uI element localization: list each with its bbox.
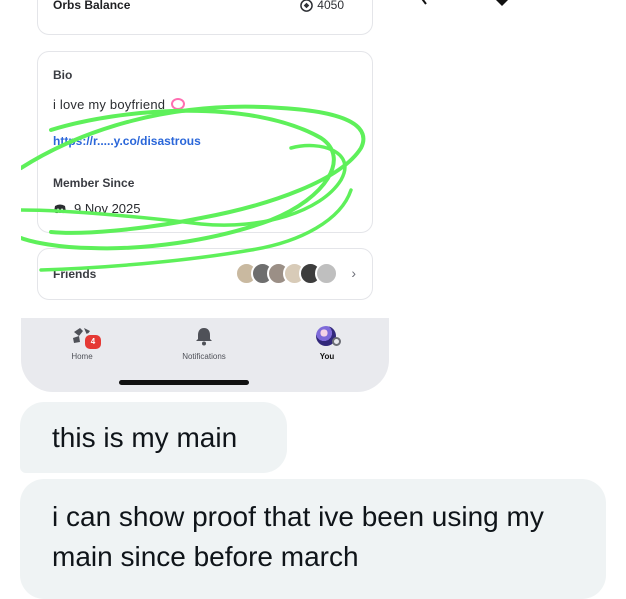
status-icon bbox=[332, 337, 341, 346]
chevron-right-icon: › bbox=[351, 265, 356, 281]
orbs-balance-value: 4050 bbox=[300, 0, 344, 12]
friend-avatar bbox=[315, 262, 338, 285]
pink-emoji-icon bbox=[171, 98, 186, 110]
bio-heading: Bio bbox=[53, 68, 73, 82]
message-text: i can show proof that ive been using my … bbox=[52, 501, 544, 572]
bio-link[interactable]: https://r.....y.co/disastrous bbox=[53, 134, 201, 148]
bell-icon bbox=[193, 326, 215, 348]
home-icon: 4 bbox=[71, 326, 103, 351]
bio-card: Bio i love my boyfriend https://r.....y.… bbox=[37, 51, 373, 233]
orbs-balance-row[interactable]: Orbs Balance 4050 bbox=[37, 0, 373, 35]
tab-home-label: Home bbox=[71, 352, 93, 361]
bio-text-content: i love my boyfriend bbox=[53, 97, 166, 112]
member-since-heading: Member Since bbox=[53, 176, 135, 190]
friend-avatars bbox=[235, 262, 338, 285]
member-since-value: 9 Nov 2025 bbox=[53, 201, 141, 216]
message-bubble: i can show proof that ive been using my … bbox=[20, 479, 606, 599]
tab-you-label: You bbox=[319, 352, 335, 361]
orb-icon bbox=[300, 0, 314, 12]
message-text: this is my main bbox=[52, 422, 238, 453]
orbs-amount: 4050 bbox=[317, 0, 344, 12]
bio-text: i love my boyfriend bbox=[53, 97, 186, 112]
tab-notifications-label: Notifications bbox=[182, 352, 226, 361]
home-indicator bbox=[119, 380, 249, 385]
discord-profile-screenshot: Orbs Balance 4050 Bio i love my boyfrien… bbox=[21, 0, 389, 392]
profile-content: Orbs Balance 4050 Bio i love my boyfrien… bbox=[21, 0, 389, 318]
user-avatar-icon bbox=[316, 326, 341, 348]
home-badge: 4 bbox=[83, 333, 103, 351]
friends-row[interactable]: Friends › bbox=[37, 248, 373, 300]
tab-home[interactable]: 4 Home bbox=[42, 326, 122, 361]
orbs-balance-label: Orbs Balance bbox=[53, 0, 131, 12]
discord-icon bbox=[54, 204, 66, 213]
tab-you[interactable]: You bbox=[287, 326, 367, 361]
member-since-date: 9 Nov 2025 bbox=[74, 201, 141, 216]
message-bubble: this is my main bbox=[20, 402, 287, 473]
friends-heading: Friends bbox=[53, 267, 97, 281]
tab-notifications[interactable]: Notifications bbox=[164, 326, 244, 361]
top-icons bbox=[410, 0, 520, 8]
